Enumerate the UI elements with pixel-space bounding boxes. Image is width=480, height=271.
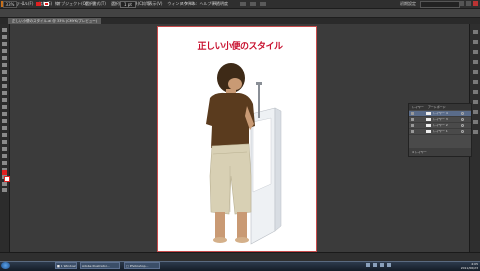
control-icons <box>240 2 266 6</box>
status-bar <box>0 252 480 261</box>
zoom-level[interactable]: 33% <box>3 1 17 8</box>
stroke-swatch[interactable] <box>44 2 49 6</box>
gradient-panel-icon[interactable] <box>473 90 478 94</box>
shape-builder-tool-icon[interactable] <box>2 126 7 130</box>
minimize-icon[interactable] <box>459 1 464 6</box>
visibility-icon[interactable] <box>411 118 414 121</box>
system-tray <box>366 263 391 267</box>
document-tab[interactable]: 正しい小便のスタイル.ai @ 33% (CMYK/プレビュー) <box>8 18 102 24</box>
volume-icon[interactable] <box>373 263 377 267</box>
gradient-tool-icon[interactable] <box>2 147 7 151</box>
mesh-tool-icon[interactable] <box>2 140 7 144</box>
width-tool-icon[interactable] <box>2 112 7 116</box>
tools-panel <box>0 24 10 260</box>
eraser-tool-icon[interactable] <box>2 91 7 95</box>
search-input[interactable] <box>420 1 460 8</box>
eyedropper-tool-icon[interactable] <box>2 154 7 158</box>
magic-wand-tool-icon[interactable] <box>2 42 7 46</box>
style-label[interactable]: スタイル: <box>180 1 197 7</box>
stroke-label: 線: <box>55 1 61 6</box>
layer-name[interactable]: レイヤー 3 <box>433 117 448 122</box>
layer-name[interactable]: レイヤー 2 <box>433 123 448 128</box>
selection-tool-icon[interactable] <box>2 28 7 32</box>
artboards-panel-icon[interactable] <box>473 130 478 134</box>
free-transform-tool-icon[interactable] <box>2 119 7 123</box>
transform-icon[interactable] <box>250 2 256 6</box>
maximize-icon[interactable] <box>466 1 471 6</box>
control-bar <box>0 9 480 18</box>
layer-thumbnail <box>426 124 431 127</box>
align-icon[interactable] <box>240 2 246 6</box>
opacity-label[interactable]: 不透明度 <box>212 1 228 7</box>
layers-footer: 4 レイヤー <box>409 148 471 156</box>
visibility-icon[interactable] <box>411 112 414 115</box>
arrange-icon[interactable] <box>260 2 266 6</box>
blend-tool-icon[interactable] <box>2 161 7 165</box>
layers-panel: レイヤー アートボード レイヤー 4 レイヤー 3 レイヤー 2 レイヤー 1 … <box>408 103 472 157</box>
fill-color-icon[interactable] <box>2 170 7 175</box>
layer-thumbnail <box>426 112 431 115</box>
artboard-number[interactable]: 1 <box>22 1 25 7</box>
brushes-panel-icon[interactable] <box>473 50 478 54</box>
network-icon[interactable] <box>366 263 370 267</box>
taskbar-item[interactable]: □ Photoshop... <box>124 262 160 269</box>
menu-type[interactable]: 書式(T) <box>92 1 106 7</box>
rectangle-tool-icon[interactable] <box>2 70 7 74</box>
appearance-panel-icon[interactable] <box>473 110 478 114</box>
swatches-panel-icon[interactable] <box>473 40 478 44</box>
target-icon[interactable] <box>461 130 464 133</box>
graphic-styles-panel-icon[interactable] <box>473 70 478 74</box>
stroke-panel-icon[interactable] <box>473 80 478 84</box>
pen-tool-icon[interactable] <box>2 49 7 53</box>
tab-artboards[interactable]: アートボード <box>428 104 446 110</box>
transparency-panel-icon[interactable] <box>473 100 478 104</box>
color-panel-icon[interactable] <box>473 30 478 34</box>
fill-swatch[interactable] <box>36 2 41 6</box>
taskbar-item[interactable]: ■ 1 Windows... <box>55 262 77 269</box>
urinal-icon <box>250 82 282 245</box>
layer-thumbnail <box>426 118 431 121</box>
ime-icon[interactable] <box>380 263 384 267</box>
menu-object[interactable]: オブジェクト(O) <box>57 1 87 7</box>
layer-name[interactable]: レイヤー 1 <box>433 129 448 134</box>
direct-selection-tool-icon[interactable] <box>2 35 7 39</box>
layer-row[interactable]: レイヤー 1 <box>409 129 471 135</box>
taskbar-item[interactable]: Adobe Illustrator... <box>80 262 120 269</box>
visibility-icon[interactable] <box>411 124 414 127</box>
symbols-panel-icon[interactable] <box>473 60 478 64</box>
scale-tool-icon[interactable] <box>2 105 7 109</box>
layer-thumbnail <box>426 130 431 133</box>
tab-layers[interactable]: レイヤー <box>412 104 424 110</box>
perspective-grid-tool-icon[interactable] <box>2 133 7 137</box>
notification-icon[interactable] <box>387 263 391 267</box>
profile-dropdown[interactable]: 均等 <box>142 1 150 7</box>
window-controls <box>459 1 478 6</box>
pencil-tool-icon[interactable] <box>2 84 7 88</box>
clock-date: 2011/06/23 <box>460 266 478 270</box>
target-icon[interactable] <box>461 118 464 121</box>
rotate-tool-icon[interactable] <box>2 98 7 102</box>
layers-panel-icon[interactable] <box>473 120 478 124</box>
hand-tool-icon[interactable] <box>2 182 7 186</box>
target-icon[interactable] <box>461 112 464 115</box>
zoom-tool-icon[interactable] <box>2 188 7 192</box>
boy-figure <box>206 63 255 243</box>
close-icon[interactable] <box>473 1 478 6</box>
boy-at-urinal-illustration <box>206 63 282 245</box>
stroke-color-icon[interactable] <box>4 176 10 182</box>
status-text: 選択 <box>85 1 93 6</box>
clock[interactable]: 4:05 2011/06/23 <box>455 262 478 270</box>
paintbrush-tool-icon[interactable] <box>2 77 7 81</box>
workspace-switcher[interactable]: 初期設定 <box>400 1 416 7</box>
start-button-icon[interactable] <box>1 262 10 269</box>
stroke-weight-dropdown[interactable]: 1 pt <box>120 1 136 8</box>
type-tool-icon[interactable] <box>2 56 7 60</box>
menu-view[interactable]: 表示(V) <box>149 1 163 7</box>
layers-panel-tabs: レイヤー アートボード <box>409 104 471 110</box>
visibility-icon[interactable] <box>411 130 414 133</box>
line-tool-icon[interactable] <box>2 63 7 67</box>
layer-name[interactable]: レイヤー 4 <box>433 111 448 116</box>
target-icon[interactable] <box>461 124 464 127</box>
